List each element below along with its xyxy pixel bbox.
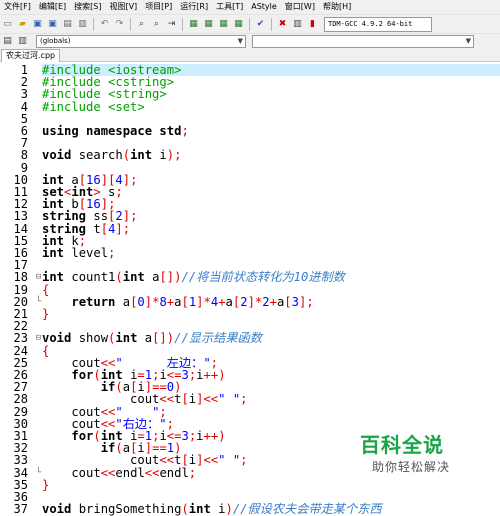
profile-icon[interactable]: ▮ <box>306 18 319 31</box>
debug-icon[interactable]: ▥ <box>291 18 304 31</box>
fold-marker-icon[interactable]: └ <box>35 467 42 479</box>
menu-item[interactable]: 工具[T] <box>212 0 247 14</box>
line-number: 18 <box>13 270 28 285</box>
line-number: 33 <box>13 453 28 468</box>
menu-item[interactable]: 视图[V] <box>105 0 141 14</box>
fold-marker-icon[interactable]: ⊟ <box>35 332 42 344</box>
line-number: 24 <box>13 343 28 358</box>
compile-run-icon[interactable]: ▦ <box>217 18 230 31</box>
line-number: 8 <box>20 148 28 163</box>
menu-item[interactable]: 帮助[H] <box>319 0 355 14</box>
find-icon[interactable]: ⌕ <box>135 18 148 31</box>
line-number: 28 <box>13 392 28 407</box>
menu-item[interactable]: 运行[R] <box>176 0 212 14</box>
code-line[interactable]: using namespace std; <box>42 125 189 137</box>
open-file-icon[interactable]: ▰ <box>16 18 29 31</box>
scope-select[interactable]: (globals) ▼ <box>36 35 246 48</box>
code-line[interactable]: int level; <box>42 247 115 259</box>
code-line[interactable]: #include <set> <box>42 100 145 113</box>
watermark-brand: 百科全说 <box>360 433 444 457</box>
code-line[interactable]: void search(int i); <box>42 149 181 161</box>
toolbar-divider <box>130 18 131 31</box>
stop-icon[interactable]: ✖ <box>276 18 289 31</box>
toolbar-divider <box>182 18 183 31</box>
watermark-slogan: 助你轻松解决 <box>372 460 451 474</box>
tab-file[interactable]: 农夫过河.cpp <box>1 49 61 62</box>
chevron-down-icon: ▼ <box>237 37 243 45</box>
file-tab-bar: 农夫过河.cpp <box>0 48 500 62</box>
save-icon[interactable]: ▣ <box>31 18 44 31</box>
code-line[interactable]: } <box>42 308 49 320</box>
close-file-icon[interactable]: ▤ <box>61 18 74 31</box>
replace-icon[interactable]: ⌕ <box>150 18 163 31</box>
compile-icon[interactable]: ▦ <box>187 18 200 31</box>
main-toolbar: ▭ ▰ ▣ ▣ ▤ ▥ ↶ ↷ ⌕ ⌕ ⇥ ▦ ▦ ▦ ▦ ✔ ✖ ▥ ▮ TD… <box>0 14 500 34</box>
compiler-select[interactable]: TDM-GCC 4.9.2 64-bit <box>324 17 432 32</box>
line-number-gutter: 1 2 3 4 5 6 7 8 9 10 11 12 13 14 15 16 17 18 19 20 21 22 23 24 2… <box>0 62 34 515</box>
menu-item[interactable]: AStyle <box>247 0 281 14</box>
menu-item[interactable]: 搜索[S] <box>70 0 105 14</box>
toolbar-divider <box>249 18 250 31</box>
menu-item[interactable]: 编辑[E] <box>35 0 70 14</box>
toolbar-divider <box>93 18 94 31</box>
line-number: 9 <box>20 160 28 175</box>
undo-icon[interactable]: ↶ <box>98 18 111 31</box>
code-line[interactable]: void bringSomething(int i)//假设农夫会带走某个东西 <box>42 503 382 515</box>
line-number: 14 <box>13 221 28 236</box>
save-all-icon[interactable]: ▣ <box>46 18 59 31</box>
line-number: 19 <box>13 282 28 297</box>
line-number: 4 <box>20 99 28 114</box>
redo-icon[interactable]: ↷ <box>113 18 126 31</box>
line-number: 34 <box>13 465 28 480</box>
function-select[interactable]: ▼ <box>252 35 474 48</box>
menu-item[interactable]: 窗口[W] <box>281 0 319 14</box>
line-number: 3 <box>20 87 28 102</box>
line-number: 13 <box>13 209 28 224</box>
toolbar-divider <box>271 18 272 31</box>
project-new-icon[interactable]: ▤ <box>1 35 14 48</box>
secondary-toolbar: ▤ ▥ (globals) ▼ ▼ <box>0 33 500 49</box>
code-line[interactable]: cout<<endl<<endl; <box>42 466 196 478</box>
menu-bar: 文件[F] 编辑[E] 搜索[S] 视图[V] 项目[P] 运行[R] 工具[T] AStyl… <box>0 0 500 14</box>
scope-label: (globals) <box>40 37 71 45</box>
fold-marker-icon[interactable]: ⊟ <box>35 271 42 283</box>
code-line[interactable]: { <box>42 344 49 357</box>
code-line[interactable]: return a[0]*8+a[1]*4+a[2]*2+a[3]; <box>42 296 313 308</box>
rebuild-icon[interactable]: ▦ <box>232 18 245 31</box>
check-syntax-icon[interactable]: ✔ <box>254 18 267 31</box>
project-add-icon[interactable]: ▥ <box>16 35 29 48</box>
new-file-icon[interactable]: ▭ <box>1 18 14 31</box>
print-icon[interactable]: ▥ <box>76 18 89 31</box>
menu-item[interactable]: 文件[F] <box>0 0 35 14</box>
menu-item[interactable]: 项目[P] <box>141 0 176 14</box>
goto-line-icon[interactable]: ⇥ <box>165 18 178 31</box>
code-line[interactable]: } <box>42 479 49 491</box>
code-line[interactable]: { <box>42 283 49 296</box>
run-icon[interactable]: ▦ <box>202 18 215 31</box>
line-number: 29 <box>13 404 28 419</box>
chevron-down-icon: ▼ <box>465 37 471 45</box>
code-line[interactable]: int count1(int a[])//将当前状态转化为10进制数 <box>42 271 345 283</box>
line-number: 37 <box>13 502 28 516</box>
code-line[interactable]: void show(int a[])//显示结果函数 <box>42 332 262 344</box>
fold-marker-icon[interactable]: └ <box>35 296 42 308</box>
line-number: 23 <box>13 331 28 346</box>
